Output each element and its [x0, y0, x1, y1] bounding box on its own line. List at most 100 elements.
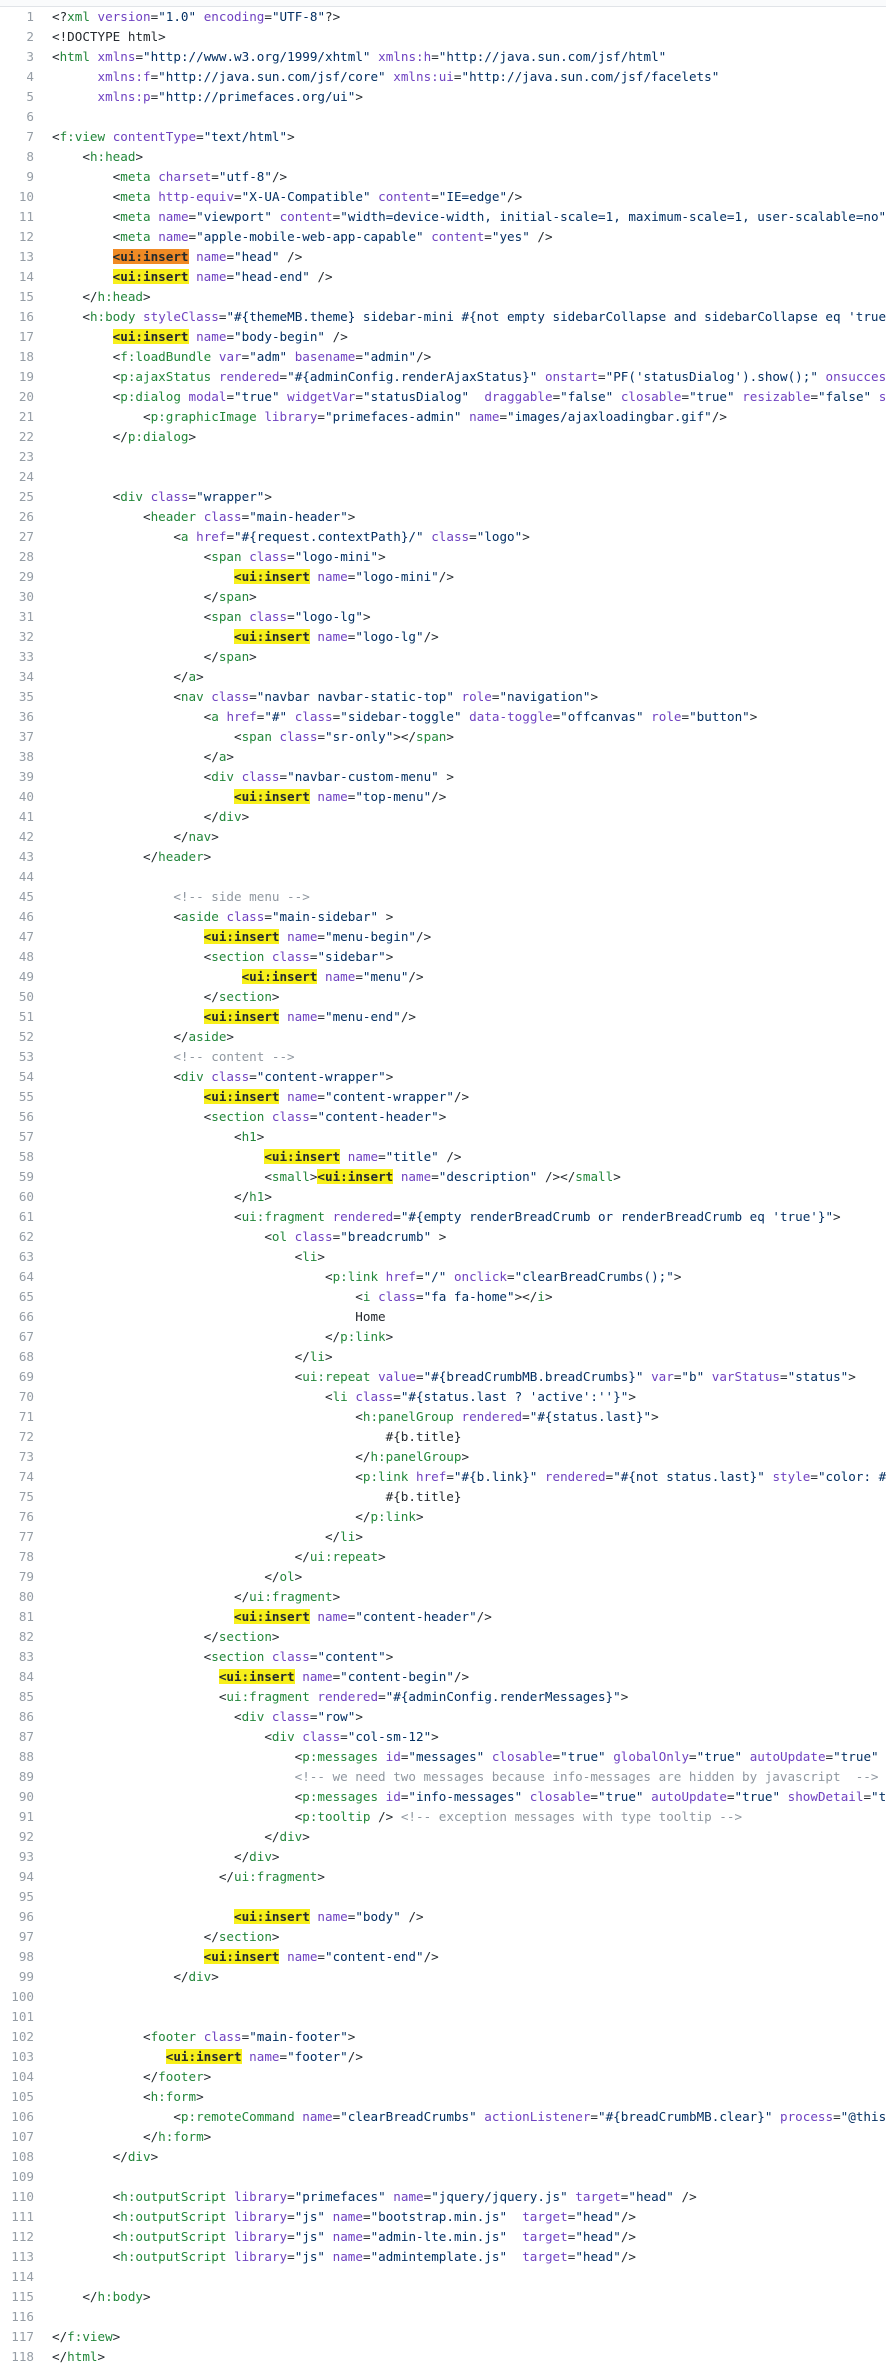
- line-content: </h:panelGroup>: [52, 1447, 886, 1467]
- tag-bracket: </: [203, 589, 219, 604]
- highlighted-match: <ui:insert: [165, 2049, 242, 2064]
- tag-bracket: </: [203, 1629, 219, 1644]
- line-content: </p:link>: [52, 1327, 886, 1347]
- tag-bracket: >: [97, 2349, 106, 2364]
- code-text: =: [355, 389, 363, 404]
- code-line: 15 </h:head>: [0, 287, 886, 307]
- line-number: 69: [18, 1369, 34, 1384]
- tag-bracket: >: [446, 729, 454, 744]
- tag-name: meta: [120, 209, 151, 224]
- attribute-value: "content-begin": [340, 1669, 454, 1684]
- line-number: 20: [18, 389, 34, 404]
- tag-name: ol: [271, 1229, 288, 1244]
- line-content: </ui:repeat>: [52, 1547, 886, 1567]
- tag-name: h1: [241, 1129, 257, 1144]
- line-content: <meta name="viewport" content="width=dev…: [52, 207, 886, 227]
- tag-name: li: [309, 1349, 325, 1364]
- code-view[interactable]: 1 <?xml version = "1.0" encoding = "UTF-8"?> 2…: [0, 7, 886, 2367]
- tag-bracket: >: [522, 529, 530, 544]
- code-line: 13 <ui:insert name="head" />: [0, 247, 886, 267]
- tag-name: ui:repeat: [309, 1549, 379, 1564]
- line-content: <nav class="navbar navbar-static-top" ro…: [52, 687, 886, 707]
- line-number: 68: [18, 1349, 34, 1364]
- attribute-name: class: [203, 509, 242, 524]
- line-number: 57: [18, 1129, 34, 1144]
- line-number: 95: [18, 1889, 34, 1904]
- code-text: =: [681, 389, 690, 404]
- line-number: 67: [18, 1329, 34, 1344]
- line-content: <a href="#" class="sidebar-toggle" data-…: [52, 707, 886, 727]
- attribute-value: "http://www.w3.org/1999/xhtml": [143, 49, 371, 64]
- line-number: 98: [18, 1949, 34, 1964]
- line-number: 78: [18, 1549, 34, 1564]
- attribute-value: "apple-mobile-web-app-capable": [196, 229, 424, 244]
- tag-bracket: >: [112, 2329, 121, 2344]
- tag-bracket: >: [385, 909, 394, 924]
- attribute-name: onclick: [453, 1269, 508, 1284]
- line-number: 109: [11, 2169, 34, 2184]
- tag-bracket: </: [173, 1029, 189, 1044]
- line-content: <div class="content-wrapper">: [52, 1067, 886, 1087]
- attribute-name: onsuccess: [825, 369, 886, 384]
- attribute-value: "true": [234, 389, 280, 404]
- tag-bracket: />: [620, 2249, 636, 2264]
- attribute-name: xmlns:f: [97, 69, 151, 84]
- line-content: <footer class="main-footer">: [52, 2027, 886, 2047]
- code-line: 86 <div class="row">: [0, 1707, 886, 1727]
- tag-bracket: </: [82, 289, 98, 304]
- line-content: <h:outputScript library="js" name="admin…: [52, 2227, 886, 2247]
- tag-bracket: >: [264, 1189, 272, 1204]
- tag-bracket: >: [196, 669, 204, 684]
- line-number: 96: [18, 1909, 34, 1924]
- tag-bracket: >: [347, 509, 356, 524]
- code-text: =: [590, 1789, 599, 1804]
- attribute-name: name: [287, 1089, 318, 1104]
- tag-bracket: >: [385, 1649, 394, 1664]
- highlighted-match: <ui:insert: [317, 1169, 394, 1184]
- tag-bracket: </: [233, 1589, 250, 1604]
- tag-bracket: /></: [544, 1169, 576, 1184]
- line-content: <li>: [52, 1247, 886, 1267]
- line-content: <ui:insert name="head-end" />: [52, 267, 886, 287]
- attribute-value: "#{b.link}": [453, 1469, 538, 1484]
- attribute-name: name: [196, 329, 227, 344]
- line-number: 105: [11, 2089, 34, 2104]
- line-number: 15: [18, 289, 34, 304]
- attribute-name: name: [287, 929, 318, 944]
- line-content: <header class="main-header">: [52, 507, 886, 527]
- code-text: =: [317, 1089, 326, 1104]
- code-line: 80 </ui:fragment>: [0, 1587, 886, 1607]
- code-line: 11 <meta name="viewport" content="width=…: [0, 207, 886, 227]
- tag-bracket: >: [294, 1569, 303, 1584]
- line-content: <ui:insert name="logo-mini"/>: [52, 567, 886, 587]
- attribute-value: "js": [294, 2209, 326, 2224]
- tag-name: ui:fragment: [249, 1589, 333, 1604]
- tag-name: small: [271, 1169, 310, 1184]
- line-number: 54: [18, 1069, 34, 1084]
- tag-bracket: <: [82, 149, 90, 164]
- line-content: <?xml version="1.0" encoding="UTF-8"?>: [52, 7, 886, 27]
- tag-bracket: >: [438, 1109, 447, 1124]
- tag-bracket: >: [302, 1829, 310, 1844]
- attribute-name: rendered: [461, 1409, 523, 1424]
- attribute-value: "head": [234, 249, 280, 264]
- highlighted-match: <ui:insert: [203, 1949, 280, 1964]
